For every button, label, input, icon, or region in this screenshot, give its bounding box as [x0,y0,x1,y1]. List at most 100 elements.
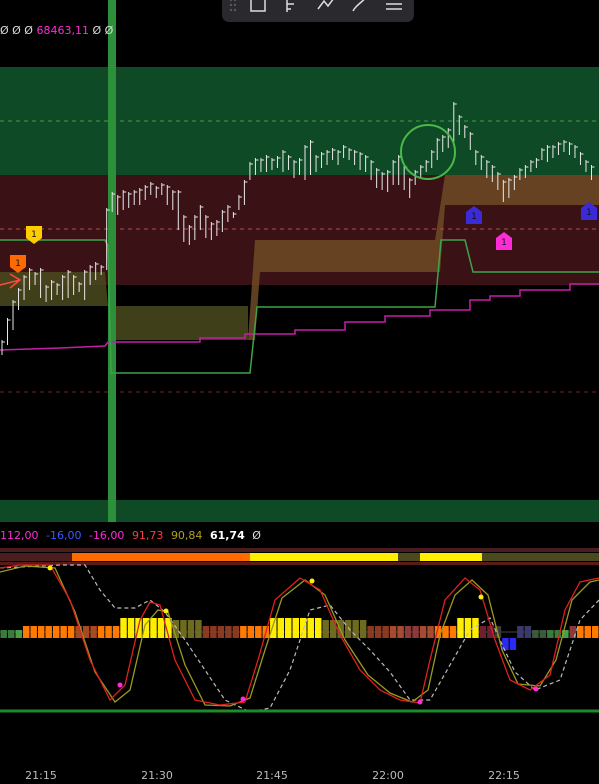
oscillator-dot [309,578,315,584]
vertical-highlight [108,0,116,522]
heat-strip-segment [482,553,599,561]
histogram-bar [45,626,52,638]
histogram-bar [457,618,464,638]
price-value: 68463,11 [36,24,89,37]
oscillator-dot [163,608,169,614]
ind-value-2: -16,00 [88,529,125,542]
histogram-bar [15,630,22,638]
bottom-green-zone [0,500,599,522]
histogram-bar [367,626,374,638]
histogram-bar [210,626,217,638]
histogram-bar [517,626,524,638]
marker-label: 1 [15,259,21,269]
ohlc-prefix: Ø Ø Ø [0,24,33,37]
heat-strip-segment [0,553,72,561]
marker-label: 1 [31,230,37,240]
histogram-bar [592,626,599,638]
histogram-bar [329,620,337,638]
histogram-bar [397,626,404,638]
histogram-bar [509,638,517,650]
histogram-bar [90,626,97,638]
histogram-bar [524,626,532,638]
lines-tool-icon [386,3,402,10]
histogram-bar [225,626,232,638]
oscillator-dot [533,686,539,692]
histogram-bar [120,618,127,638]
histogram-bar [82,626,90,638]
histogram-bar [374,626,382,638]
histogram-bar [105,626,112,638]
histogram-bar [97,626,105,638]
indicator-panel-bg [0,522,599,784]
histogram-bar [382,626,389,638]
histogram-bar [344,620,352,638]
histogram-bar [285,618,292,638]
histogram-bar [307,618,314,638]
grip-icon[interactable] [228,0,238,14]
trend-tool-button[interactable] [312,0,340,17]
histogram-bar [127,618,135,638]
brush-tool-button[interactable] [346,0,374,17]
ind-value-5: 61,74 [209,529,245,542]
price-chart[interactable]: 1 1 1 1 1 [0,0,599,784]
histogram-bar [240,626,247,638]
ohlc-suffix: Ø Ø [92,24,114,37]
oscillator-dot [117,682,123,688]
histogram-bar [37,626,45,638]
histogram-bar [217,626,225,638]
oscillator-dot [417,699,423,705]
brush-tool-icon [352,0,365,12]
histogram-bar [389,626,397,638]
fib-tool-icon [286,0,294,12]
histogram-bar [22,626,30,638]
drawing-toolbar [222,0,414,22]
heat-strip-segment [420,553,482,561]
histogram-bar [67,626,75,638]
histogram-bar [270,618,277,638]
histogram-bar [532,630,539,638]
histogram-bar [547,630,554,638]
zones-layer [0,0,599,522]
histogram-bar [412,626,419,638]
ohlc-readout: Ø Ø Ø 68463,11 Ø Ø [0,24,113,37]
histogram-bar [419,626,427,638]
heat-strip [0,548,599,565]
marker-label: 1 [586,208,592,218]
lines-tool-button[interactable] [380,0,408,17]
histogram-bar [60,626,67,638]
histogram-bar [472,618,479,638]
histogram-bar [352,620,359,638]
marker-label: 1 [471,212,477,222]
oscillator-dot [240,696,246,702]
heat-strip-segment [72,553,250,561]
histogram-bar [0,630,7,638]
x-tick-label: 22:00 [372,769,404,782]
trend-tool-icon [317,0,334,10]
histogram-bar [479,626,487,638]
histogram-bar [539,630,547,638]
histogram-bar [52,626,60,638]
heat-strip-base [0,548,599,552]
rectangle-tool-button[interactable] [244,0,272,17]
x-tick-label: 22:15 [488,769,520,782]
x-tick-label: 21:30 [141,769,173,782]
ind-value-4: 90,84 [170,529,203,542]
histogram-bar [300,618,307,638]
histogram-bar [187,620,195,638]
histogram-bar [464,618,472,638]
oscillator-dot [47,565,53,571]
histogram-bar [150,618,157,638]
fib-tool-button[interactable] [278,0,306,17]
ind-value-6: Ø [252,529,261,542]
histogram-bar [322,620,329,638]
histogram-bar [359,620,367,638]
heat-strip-under [0,562,599,565]
rectangle-tool-icon [250,0,266,12]
histogram-bar [195,620,202,638]
histogram-bar [404,626,412,638]
histogram-bar [180,620,187,638]
ind-value-3: 91,73 [131,529,164,542]
histogram-bar [202,626,210,638]
ind-value-1: -16,00 [46,529,82,542]
histogram-bar [157,618,165,638]
